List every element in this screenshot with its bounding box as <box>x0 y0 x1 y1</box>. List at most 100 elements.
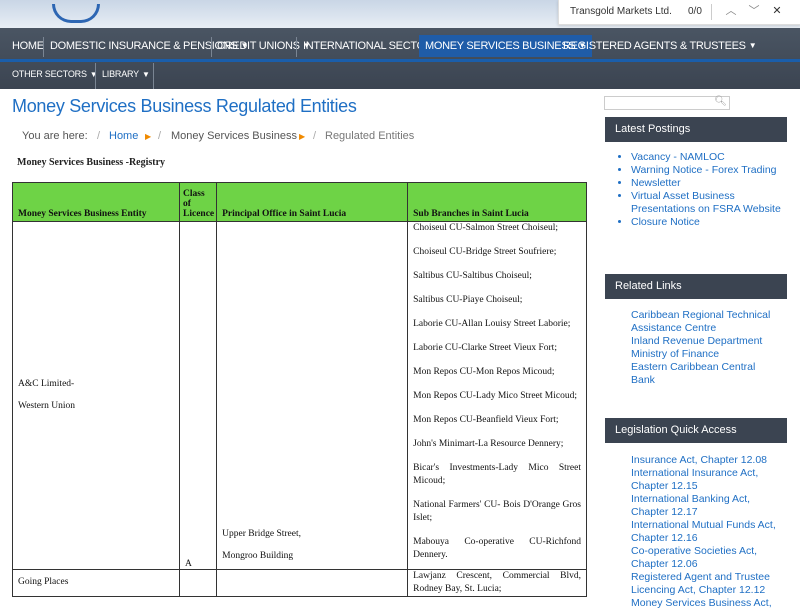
column-header-entity: Money Services Business Entity <box>12 182 180 222</box>
branch-entry: Choiseul CU-Salmon Street Choiseul; <box>413 223 558 233</box>
search-input[interactable]: 🔍︎ <box>604 96 730 110</box>
nav-divider <box>153 63 154 89</box>
nav-home-label: HOME <box>12 40 44 52</box>
latest-posting-link[interactable]: Closure Notice <box>631 216 787 229</box>
branch-entry: Saltibus CU-Saltibus Choiseul; <box>413 271 532 281</box>
related-link[interactable]: Eastern Caribbean Central Bank <box>631 361 781 387</box>
branches-cell: Choiseul CU-Salmon Street Choiseul; Choi… <box>407 221 587 570</box>
nav-divider <box>43 37 44 57</box>
legislation-link[interactable]: Insurance Act, Chapter 12.08 <box>631 454 781 467</box>
latest-posting-link[interactable]: Vacancy - NAMLOC <box>631 151 787 164</box>
registry-table: Money Services Business Entity Class of … <box>12 182 587 597</box>
breadcrumb-arrow-icon: ▶ <box>145 132 152 141</box>
branch-entry: Laborie CU-Clarke Street Vieux Fort; <box>413 343 557 353</box>
office-cell: Upper Bridge Street, Mongroo Building <box>216 221 409 570</box>
nav-other-sectors-label: OTHER SECTORS <box>12 69 87 79</box>
branch-entry: Mabouya Co-operative CU-Richfond Dennery… <box>413 537 581 560</box>
find-next-icon[interactable]: ﹀ <box>746 3 762 19</box>
nav-divider <box>296 37 297 57</box>
latest-posting-link[interactable]: Virtual Asset Business Presentations on … <box>631 190 787 216</box>
nav-domestic-insurance-label: DOMESTIC INSURANCE & PENSIONS <box>50 40 238 52</box>
nav-row-secondary: OTHER SECTORS ▼ LIBRARY ▼ <box>0 61 800 89</box>
nav-other-sectors[interactable]: OTHER SECTORS ▼ <box>12 64 98 84</box>
breadcrumb-arrow-icon: ▶ <box>299 132 306 141</box>
find-close-icon[interactable]: ✕ <box>769 3 785 19</box>
chevron-down-icon: ▼ <box>748 41 757 51</box>
nav-library-label: LIBRARY <box>102 69 139 79</box>
nav-registered-agents-label: REGISTERED AGENTS & TRUSTEES <box>563 40 746 52</box>
chevron-down-icon: ▼ <box>141 69 150 79</box>
nav-home[interactable]: HOME <box>12 35 44 57</box>
latest-posting-link[interactable]: Newsletter <box>631 177 787 190</box>
table-row: A&C Limited- Western Union A Upper Bridg… <box>12 221 587 570</box>
branch-entry: John's Minimart-La Resource Dennery; <box>413 439 564 449</box>
nav-library[interactable]: LIBRARY ▼ <box>102 64 150 84</box>
legislation-link[interactable]: International Banking Act, Chapter 12.17 <box>631 493 781 519</box>
legislation-link[interactable]: International Mutual Funds Act, Chapter … <box>631 519 781 545</box>
branch-entry: Bicar's Investments-Lady Mico Street Mic… <box>413 463 581 486</box>
branch-entry: Laborie CU-Allan Louisy Street Laborie; <box>413 319 571 329</box>
breadcrumb-prefix: You are here: <box>22 130 88 142</box>
branch-entry: Mon Repos CU-Lady Mico Street Micoud; <box>413 391 577 401</box>
branch-entry: Lawjanz Crescent, Commercial Blvd, Rodne… <box>413 571 581 594</box>
legislation-link[interactable]: Money Services Business Act, <box>631 597 781 610</box>
latest-postings-list: Vacancy - NAMLOC Warning Notice - Forex … <box>605 151 787 229</box>
entity-line: A&C Limited- <box>18 379 75 389</box>
related-link[interactable]: Ministry of Finance <box>631 348 781 361</box>
main-nav: HOME DOMESTIC INSURANCE & PENSIONS ▼ CRED… <box>0 28 800 89</box>
column-header-principal-office: Principal Office in Saint Lucia <box>216 182 409 222</box>
nav-divider <box>95 63 96 89</box>
nav-registered-agents[interactable]: REGISTERED AGENTS & TRUSTEES ▼ <box>563 35 757 57</box>
branch-entry: Mon Repos CU-Beanfield Vieux Fort; <box>413 415 559 425</box>
nav-credit-unions-label: CREDIT UNIONS <box>217 40 300 52</box>
find-match-count: 0/0 <box>688 6 702 17</box>
nav-international-sector-label: INTERNATIONAL SECTOR <box>303 40 433 52</box>
breadcrumb-separator: / <box>313 130 317 142</box>
page-title: Money Services Business Regulated Entiti… <box>12 96 357 116</box>
related-links-header: Related Links <box>605 274 787 299</box>
column-header-sub-branches: Sub Branches in Saint Lucia <box>407 182 587 222</box>
branches-cell: Lawjanz Crescent, Commercial Blvd, Rodne… <box>407 569 587 597</box>
entity-line: Going Places <box>18 577 69 587</box>
find-bar: Transgold Markets Ltd. 0/0 ︿ ﹀ ✕ <box>558 0 800 25</box>
related-link[interactable]: Inland Revenue Department <box>631 335 781 348</box>
find-input[interactable]: Transgold Markets Ltd. <box>570 6 672 17</box>
chevron-down-icon: ▼ <box>89 69 98 79</box>
entity-line: Western Union <box>18 401 76 411</box>
find-previous-icon[interactable]: ︿ <box>723 3 739 19</box>
legislation-link[interactable]: International Insurance Act, Chapter 12.… <box>631 467 781 493</box>
legislation-header: Legislation Quick Access <box>605 418 787 443</box>
search-icon[interactable]: 🔍︎ <box>714 96 727 107</box>
table-row: Going Places Lawjanz Crescent, Commercia… <box>12 569 587 597</box>
legislation-list: Insurance Act, Chapter 12.08 Internation… <box>631 454 781 610</box>
breadcrumb-current: Regulated Entities <box>325 130 415 142</box>
office-line: Mongroo Building <box>222 551 294 561</box>
class-cell <box>178 569 218 597</box>
branch-entry: Mon Repos CU-Mon Repos Micoud; <box>413 367 555 377</box>
registry-heading: Money Services Business -Registry <box>17 157 166 168</box>
find-divider <box>711 4 712 20</box>
latest-postings-header: Latest Postings <box>605 117 787 142</box>
related-link[interactable]: Caribbean Regional Technical Assistance … <box>631 309 781 335</box>
table-header-row: Money Services Business Entity Class of … <box>12 182 587 222</box>
breadcrumb-separator: / <box>158 130 162 142</box>
nav-money-services-label: MONEY SERVICES BUSINESS <box>425 40 576 52</box>
site-logo[interactable] <box>52 4 100 23</box>
office-line: Upper Bridge Street, <box>222 529 302 539</box>
latest-posting-link[interactable]: Warning Notice - Forex Trading <box>631 164 787 177</box>
legislation-link[interactable]: Registered Agent and Trustee Licencing A… <box>631 571 781 597</box>
class-cell: A <box>178 221 218 570</box>
legislation-link[interactable]: Co-operative Societies Act, Chapter 12.0… <box>631 545 781 571</box>
entity-cell: A&C Limited- Western Union <box>12 221 180 570</box>
branch-entry: Saltibus CU-Piaye Choiseul; <box>413 295 523 305</box>
office-cell <box>216 569 409 597</box>
nav-row-primary: HOME DOMESTIC INSURANCE & PENSIONS ▼ CRED… <box>0 35 800 62</box>
breadcrumb-money-services-link[interactable]: Money Services Business <box>171 130 297 142</box>
branch-entry: Choiseul CU-Bridge Street Soufriere; <box>413 247 557 257</box>
breadcrumb-home-link[interactable]: Home <box>109 130 138 142</box>
entity-cell: Going Places <box>12 569 180 597</box>
breadcrumb-separator: / <box>97 130 101 142</box>
related-links-list: Caribbean Regional Technical Assistance … <box>631 309 781 387</box>
column-header-class: Class of Licence <box>178 182 218 222</box>
branch-entry: National Farmers' CU- Bois D'Orange Gros… <box>413 500 581 523</box>
